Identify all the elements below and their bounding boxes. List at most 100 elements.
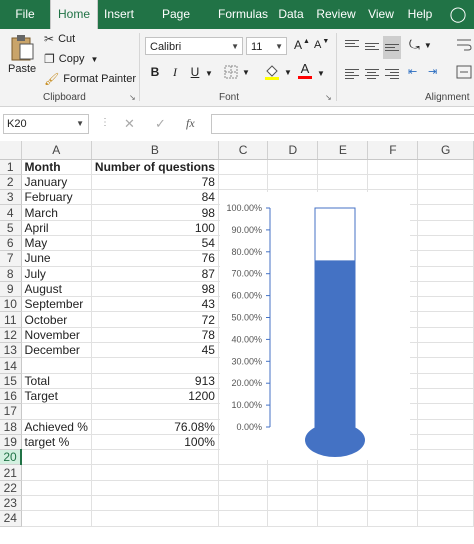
cell-g[interactable]	[417, 357, 474, 374]
cell-f[interactable]	[367, 159, 419, 175]
row-header[interactable]: 4	[0, 204, 22, 221]
cell-g[interactable]	[417, 373, 474, 389]
cell-a[interactable]: July	[21, 266, 92, 282]
cell-b[interactable]: 100	[91, 220, 219, 236]
cell-b[interactable]: 78	[91, 327, 219, 344]
tab-view[interactable]: View	[366, 0, 396, 29]
cell-a[interactable]	[21, 495, 92, 512]
cell-g[interactable]	[417, 480, 474, 497]
cell-g[interactable]	[417, 266, 474, 282]
cell-a[interactable]: May	[21, 235, 92, 252]
cell-b[interactable]	[91, 464, 219, 481]
insert-function-icon[interactable]: fx	[186, 116, 195, 131]
cell-d[interactable]	[267, 510, 319, 527]
cell-d[interactable]	[267, 495, 319, 512]
row-header[interactable]: 12	[0, 327, 22, 344]
align-right-button[interactable]	[385, 67, 399, 81]
cell-c[interactable]	[218, 480, 269, 497]
tab-help[interactable]: Help	[405, 0, 435, 29]
cell-b[interactable]: 87	[91, 266, 219, 282]
cell-b[interactable]: 98	[91, 281, 219, 298]
cell-b[interactable]: 100%	[91, 434, 219, 451]
cancel-icon[interactable]: ✕	[124, 116, 135, 132]
cell-b[interactable]: Number of questions	[91, 159, 219, 175]
row-header[interactable]: 15	[0, 373, 22, 389]
formula-input[interactable]	[211, 114, 474, 134]
cell-g[interactable]	[417, 510, 474, 527]
row-header[interactable]: 8	[0, 266, 22, 282]
tab-insert[interactable]: Insert	[100, 0, 138, 29]
row-header[interactable]: 5	[0, 220, 22, 236]
font-color-button[interactable]: A	[298, 62, 312, 79]
cell-a[interactable]: Month	[21, 159, 92, 175]
cell-f[interactable]	[367, 495, 419, 512]
orientation-button[interactable]: ⤿ ▼	[409, 37, 432, 53]
cell-g[interactable]	[417, 434, 474, 451]
enter-icon[interactable]: ✓	[155, 116, 166, 132]
cell-b[interactable]	[91, 510, 219, 527]
align-left-button[interactable]	[345, 67, 359, 81]
cell-e[interactable]	[317, 480, 369, 497]
cell-a[interactable]	[21, 449, 92, 466]
cell-b[interactable]	[91, 495, 219, 512]
cell-b[interactable]: 43	[91, 296, 219, 313]
cell-b[interactable]	[91, 480, 219, 497]
cell-f[interactable]	[367, 480, 419, 497]
cell-a[interactable]	[21, 480, 92, 497]
italic-button[interactable]: I	[166, 65, 184, 80]
tab-formulas[interactable]: Formulas	[216, 0, 270, 29]
cell-g[interactable]	[417, 419, 474, 435]
cell-a[interactable]	[21, 464, 92, 481]
cell-g[interactable]	[417, 159, 474, 175]
cell-g[interactable]	[417, 204, 474, 221]
cell-g[interactable]	[417, 403, 474, 420]
cell-g[interactable]	[417, 189, 474, 206]
cell-a[interactable]: September	[21, 296, 92, 313]
cell-a[interactable]: January	[21, 174, 92, 191]
font-name-select[interactable]: Calibri ▼	[145, 37, 243, 55]
cell-b[interactable]	[91, 449, 219, 466]
tab-data[interactable]: Data	[277, 0, 305, 29]
column-header[interactable]: B	[91, 141, 219, 160]
fill-color-button[interactable]: ▼	[264, 63, 292, 81]
cell-b[interactable]	[91, 357, 219, 374]
cell-b[interactable]	[91, 403, 219, 420]
row-header[interactable]: 6	[0, 235, 22, 252]
cell-g[interactable]	[417, 235, 474, 252]
cell-g[interactable]	[417, 342, 474, 359]
name-box[interactable]: K20 ▼	[3, 114, 89, 134]
thermometer-fill-bar[interactable]	[315, 260, 355, 427]
borders-button[interactable]: ▼	[224, 65, 250, 79]
cell-d[interactable]	[267, 480, 319, 497]
cell-g[interactable]	[417, 449, 474, 466]
cell-g[interactable]	[417, 327, 474, 344]
decrease-indent-button[interactable]: ⇤	[408, 65, 417, 78]
cell-c[interactable]	[218, 159, 269, 175]
cell-g[interactable]	[417, 281, 474, 298]
cell-c[interactable]	[218, 510, 269, 527]
column-header[interactable]: C	[218, 141, 269, 160]
cell-g[interactable]	[417, 495, 474, 512]
cut-button[interactable]: ✂ Cut	[44, 32, 75, 46]
grow-font-button[interactable]: A ▲	[294, 38, 310, 52]
cell-a[interactable]: Target	[21, 388, 92, 405]
row-header[interactable]: 13	[0, 342, 22, 359]
row-header[interactable]: 9	[0, 281, 22, 298]
cell-d[interactable]	[267, 464, 319, 481]
column-header[interactable]: E	[317, 141, 369, 160]
format-painter-button[interactable]: 🖌 Format Painter	[44, 72, 136, 86]
cell-a[interactable]: target %	[21, 434, 92, 451]
select-all-corner[interactable]	[0, 141, 22, 160]
cell-a[interactable]	[21, 357, 92, 374]
middle-align-button[interactable]	[365, 41, 379, 52]
cell-b[interactable]: 76	[91, 250, 219, 267]
top-align-button[interactable]	[345, 38, 359, 49]
row-header[interactable]: 7	[0, 250, 22, 267]
chevron-down-icon[interactable]: ▼	[205, 69, 213, 78]
row-header[interactable]: 16	[0, 388, 22, 405]
cell-g[interactable]	[417, 464, 474, 481]
column-header[interactable]: A	[21, 141, 92, 160]
cell-f[interactable]	[367, 510, 419, 527]
cell-e[interactable]	[317, 495, 369, 512]
cell-a[interactable]: October	[21, 311, 92, 328]
